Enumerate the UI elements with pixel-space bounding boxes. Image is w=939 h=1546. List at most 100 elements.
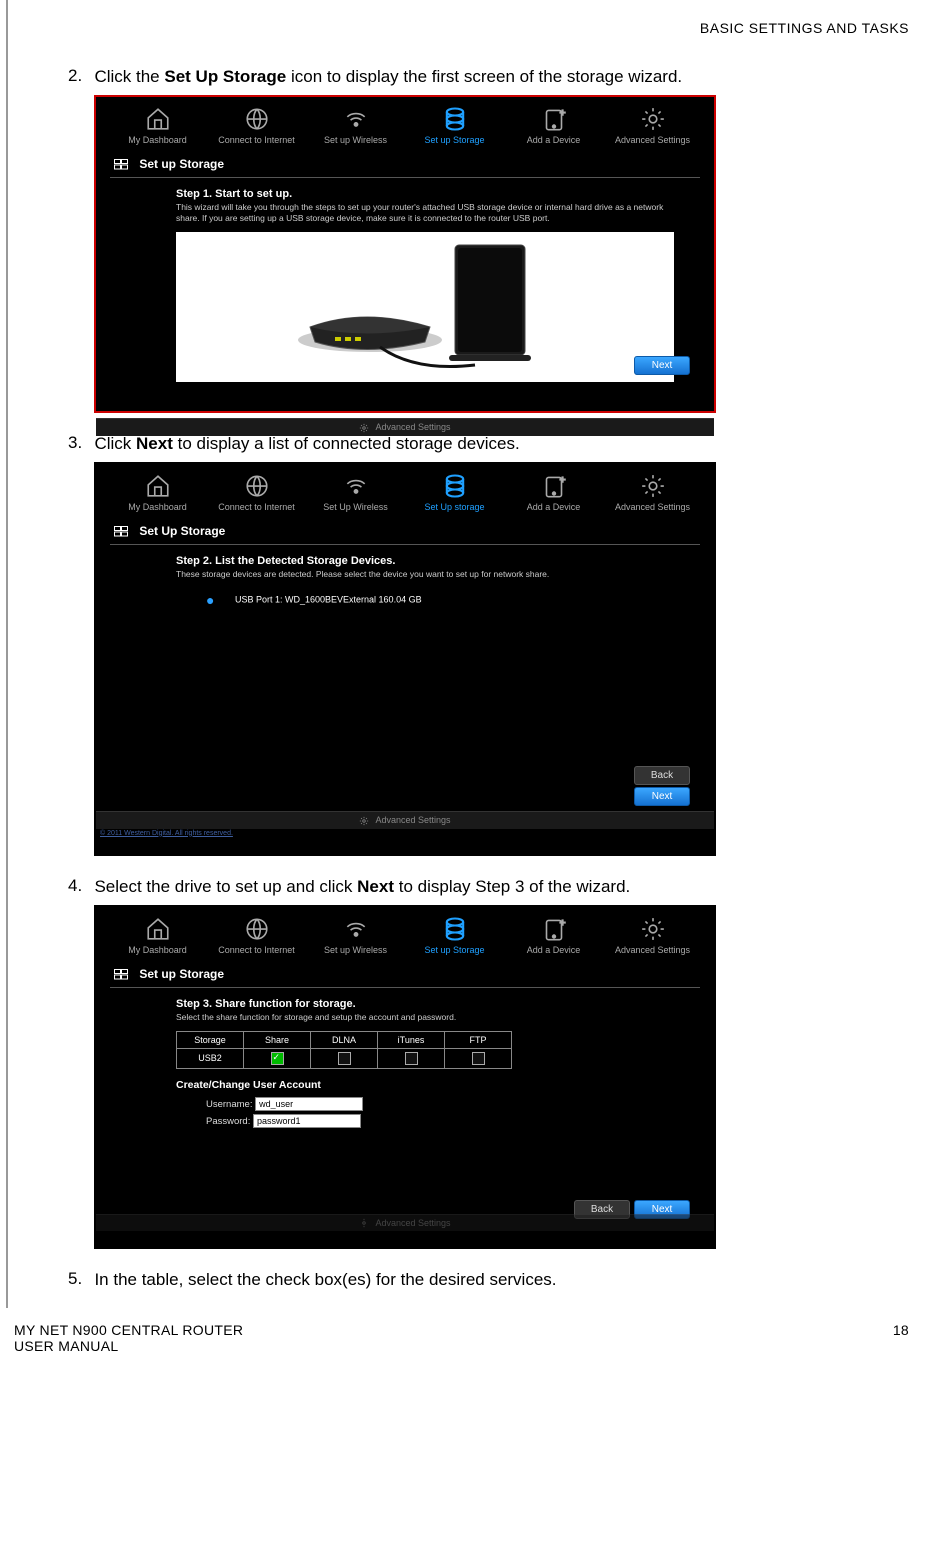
- panel-title-text: Set up Storage: [139, 157, 224, 171]
- nav-label: Add a Device: [527, 502, 581, 512]
- panel-title-text: Set up Storage: [139, 967, 224, 981]
- nav-label: Connect to Internet: [218, 945, 295, 955]
- page-header: BASIC SETTINGS AND TASKS: [38, 20, 909, 36]
- home-icon: [116, 915, 200, 943]
- gear-icon: [611, 105, 695, 133]
- nav-connect[interactable]: Connect to Internet: [215, 915, 299, 955]
- nav-dashboard[interactable]: My Dashboard: [116, 105, 200, 145]
- text-fragment: Click the: [94, 67, 164, 86]
- nav-add-device[interactable]: Add a Device: [512, 472, 596, 512]
- footer-link: Advanced Settings: [375, 1218, 450, 1228]
- cell-share[interactable]: [244, 1048, 311, 1068]
- checkbox-checked-icon: [271, 1052, 284, 1065]
- instruction-step-5: 5. In the table, select the check box(es…: [68, 1269, 909, 1292]
- gear-icon: [359, 816, 369, 826]
- col-storage: Storage: [177, 1031, 244, 1048]
- step-number: 5.: [68, 1269, 90, 1289]
- username-row: Username:: [206, 1097, 674, 1111]
- wifi-icon: [314, 915, 398, 943]
- nav-add-device[interactable]: Add a Device: [512, 105, 596, 145]
- table-header-row: Storage Share DLNA iTunes FTP: [177, 1031, 512, 1048]
- footer-product: MY NET N900 CENTRAL ROUTER: [14, 1322, 243, 1338]
- checkbox-icon: [338, 1052, 351, 1065]
- globe-icon: [215, 105, 299, 133]
- globe-icon: [215, 915, 299, 943]
- nav-bar: My Dashboard Connect to Internet Set up …: [96, 907, 714, 961]
- nav-advanced[interactable]: Advanced Settings: [611, 105, 695, 145]
- panel-title-icon: [114, 969, 128, 980]
- nav-dashboard[interactable]: My Dashboard: [116, 472, 200, 512]
- wizard-step-desc: These storage devices are detected. Plea…: [176, 569, 674, 580]
- panel-title: Set up Storage: [110, 153, 700, 178]
- page-number: 18: [893, 1322, 909, 1354]
- cell-dlna[interactable]: [311, 1048, 378, 1068]
- nav-storage[interactable]: Set Up storage: [413, 472, 497, 512]
- panel-footer[interactable]: Advanced Settings: [96, 811, 714, 829]
- wifi-icon: [314, 472, 398, 500]
- step-number: 4.: [68, 876, 90, 896]
- home-icon: [116, 105, 200, 133]
- panel-footer[interactable]: Advanced Settings: [96, 418, 714, 436]
- screenshot-step1: My Dashboard Connect to Internet Set up …: [94, 95, 716, 413]
- text-fragment: to display a list of connected storage d…: [173, 434, 520, 453]
- nav-label: Connect to Internet: [218, 502, 295, 512]
- nav-label: Advanced Settings: [615, 945, 690, 955]
- step-number: 3.: [68, 433, 90, 453]
- username-field[interactable]: [255, 1097, 363, 1111]
- nav-dashboard[interactable]: My Dashboard: [116, 915, 200, 955]
- next-button[interactable]: Next: [634, 356, 690, 375]
- detected-device-row[interactable]: ● USB Port 1: WD_1600BEVExternal 160.04 …: [176, 588, 674, 608]
- nav-label: Advanced Settings: [615, 502, 690, 512]
- gear-icon: [611, 915, 695, 943]
- gear-icon: [359, 423, 369, 433]
- nav-connect[interactable]: Connect to Internet: [215, 105, 299, 145]
- share-table: Storage Share DLNA iTunes FTP USB2: [176, 1031, 512, 1069]
- table-row: USB2: [177, 1048, 512, 1068]
- nav-label: Set up Wireless: [324, 945, 387, 955]
- page-footer: MY NET N900 CENTRAL ROUTER USER MANUAL 1…: [0, 1308, 939, 1364]
- panel-footer[interactable]: Advanced Settings: [96, 1214, 714, 1232]
- nav-storage[interactable]: Set up Storage: [413, 105, 497, 145]
- step-text: Click the Set Up Storage icon to display…: [94, 66, 894, 89]
- copyright-text: © 2011 Western Digital. All rights reser…: [96, 829, 714, 838]
- password-row: Password:: [206, 1114, 674, 1128]
- instruction-step-3: 3. Click Next to display a list of conne…: [68, 433, 909, 456]
- username-label: Username:: [206, 1099, 252, 1110]
- nav-add-device[interactable]: Add a Device: [512, 915, 596, 955]
- panel-title-icon: [114, 159, 128, 170]
- screenshot-step2: My Dashboard Connect to Internet Set Up …: [94, 462, 716, 856]
- account-subhead: Create/Change User Account: [176, 1079, 674, 1091]
- back-button[interactable]: Back: [634, 766, 690, 785]
- text-bold: Set Up Storage: [164, 67, 286, 86]
- instruction-step-4: 4. Select the drive to set up and click …: [68, 876, 909, 899]
- nav-wireless[interactable]: Set up Wireless: [314, 105, 398, 145]
- instruction-step-2: 2. Click the Set Up Storage icon to disp…: [68, 66, 909, 89]
- col-ftp: FTP: [445, 1031, 512, 1048]
- step-text: In the table, select the check box(es) f…: [94, 1269, 894, 1292]
- nav-wireless[interactable]: Set Up Wireless: [314, 472, 398, 512]
- panel-title: Set Up Storage: [110, 520, 700, 545]
- text-fragment: Select the drive to set up and click: [94, 877, 357, 896]
- footer-link: Advanced Settings: [375, 815, 450, 825]
- col-share: Share: [244, 1031, 311, 1048]
- checkbox-icon: [472, 1052, 485, 1065]
- globe-icon: [215, 472, 299, 500]
- wizard-step-desc: Select the share function for storage an…: [176, 1012, 674, 1023]
- cell-itunes[interactable]: [378, 1048, 445, 1068]
- home-icon: [116, 472, 200, 500]
- nav-storage[interactable]: Set up Storage: [413, 915, 497, 955]
- nav-advanced[interactable]: Advanced Settings: [611, 472, 695, 512]
- password-field[interactable]: [253, 1114, 361, 1128]
- add-device-icon: [512, 915, 596, 943]
- nav-connect[interactable]: Connect to Internet: [215, 472, 299, 512]
- text-fragment: Click: [94, 434, 136, 453]
- next-button[interactable]: Next: [634, 787, 690, 806]
- footer-link: Advanced Settings: [375, 422, 450, 432]
- product-illustration: [176, 232, 674, 382]
- nav-wireless[interactable]: Set up Wireless: [314, 915, 398, 955]
- panel-body: Step 2. List the Detected Storage Device…: [96, 551, 714, 795]
- panel-title-icon: [114, 526, 128, 537]
- nav-advanced[interactable]: Advanced Settings: [611, 915, 695, 955]
- cell-ftp[interactable]: [445, 1048, 512, 1068]
- wizard-step-title: Step 2. List the Detected Storage Device…: [176, 555, 674, 567]
